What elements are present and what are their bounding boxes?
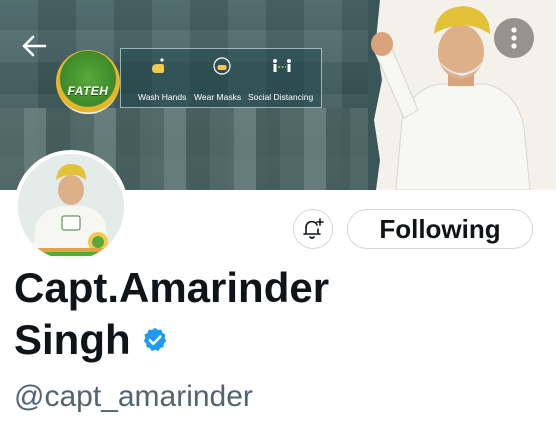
verified-badge-icon [143,327,166,351]
profile-avatar[interactable] [14,150,128,264]
social-distancing-icon [273,59,291,72]
more-icon [511,27,517,49]
mission-fateh-logo: FATEH [56,50,120,114]
profile-handle: @capt_amarinder [14,380,253,413]
back-button[interactable] [16,28,52,64]
campaign-label-wear-masks: Wear Masks [194,92,242,102]
display-name: Capt.Amarinder Singh [14,262,414,366]
display-name-line-2: Singh [14,316,131,363]
back-arrow-icon [22,35,47,57]
campaign-label-social-distancing: Social Distancing [248,92,314,102]
fateh-logo-text: FATEH [67,84,109,98]
hand-wash-icon [152,58,164,73]
campaign-label-wash-hands: Wash Hands [138,92,187,102]
avatar-portrait-graphic [18,154,124,260]
more-options-button[interactable] [494,18,534,58]
following-button[interactable]: Following [347,209,533,249]
bell-plus-icon [303,218,324,239]
notifications-button[interactable] [293,209,333,249]
mask-icon [213,57,231,75]
display-name-line-1: Capt.Amarinder [14,264,330,311]
display-name-line-2-wrapper: Singh [14,314,414,366]
